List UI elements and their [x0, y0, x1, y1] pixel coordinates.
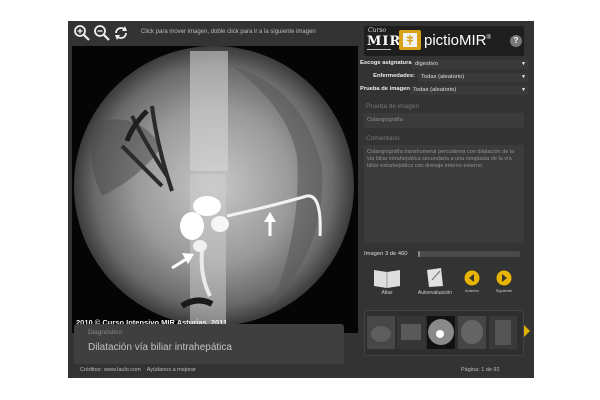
mir-logo-text: MIR	[367, 34, 402, 49]
page-indicator: Página: 1 de 92	[461, 367, 500, 373]
page-label: Página:	[461, 367, 480, 373]
arrow-right-icon	[496, 270, 512, 286]
credits-label: Créditos:	[80, 367, 103, 373]
diagnosis-box: Diagnóstico Dilatación vía biliar intrah…	[74, 324, 344, 364]
credits: Créditos: www.laulo.com Ayúdanos a mejorar	[80, 367, 202, 373]
reset-icon[interactable]	[112, 24, 130, 42]
arrow-left-icon	[464, 270, 480, 286]
filter-subject-value: digestivo	[415, 61, 438, 67]
chevron-down-icon: ▼	[521, 87, 526, 93]
filter-subject: Escoge asignatura : digestivo ▼	[360, 60, 528, 70]
product-reg: ®	[486, 35, 491, 41]
xray-image[interactable]	[72, 46, 358, 333]
product-name: pictioMIR®	[424, 32, 491, 49]
filter-disease: Enfermedades: Todas (aleatorio) ▼	[360, 73, 528, 83]
comment-text: Colangiografía transhumeral percutánea c…	[367, 149, 515, 169]
comment-section-title: Comentario	[366, 135, 400, 142]
credits-link[interactable]: www.laulo.com	[104, 367, 141, 373]
test-field: Colangiografía	[364, 113, 524, 128]
filter-test-label: Prueba de imagen:	[360, 86, 412, 92]
comment-field: Colangiografía transhumeral percutánea c…	[364, 145, 524, 243]
thumbnail[interactable]	[397, 316, 425, 349]
brand-header: Curso MIR pictioMIR® ?	[364, 26, 524, 56]
logo-divider	[367, 49, 391, 50]
thumbnail[interactable]	[367, 316, 395, 349]
image-toolbar: Click para mover imagen, doble click par…	[68, 21, 358, 45]
image-counter: Imagen 3 de 460	[364, 251, 408, 257]
filter-subject-select[interactable]: digestivo ▼	[412, 60, 528, 69]
help-button[interactable]: ?	[510, 35, 522, 47]
toolbar-hint: Click para mover imagen, doble click par…	[141, 29, 316, 35]
test-section-title: Prueba de imagen	[366, 103, 420, 110]
product-name-text: pictioMIR	[424, 32, 487, 49]
diagnosis-text: Dilatación vía biliar intrahepática	[88, 342, 232, 353]
autoevaluacion-label: Autoevaluación	[417, 290, 453, 296]
thumbnail[interactable]	[458, 316, 486, 349]
thumbnail-strip	[364, 310, 524, 356]
atlas-icon	[374, 270, 400, 288]
filter-disease-value: Todas (aleatorio)	[421, 74, 465, 80]
zoom-out-icon[interactable]	[93, 24, 111, 42]
filter-test-value: Todas (aleatorio)	[413, 87, 457, 93]
zoom-in-icon[interactable]	[73, 24, 91, 42]
previous-label: Anterior	[464, 288, 479, 293]
atlas-label: Atlas	[381, 290, 393, 296]
next-label: Siguiente	[495, 288, 513, 293]
image-viewer[interactable]: 2010 © Curso Intensivo MIR Asturias, 201…	[72, 46, 358, 333]
thumbnail[interactable]	[489, 316, 517, 349]
help-link[interactable]: Ayúdanos a mejorar	[147, 367, 196, 373]
page-value: 1 de 92	[481, 367, 500, 373]
diagnosis-label: Diagnóstico	[88, 329, 122, 336]
pictiomir-logo-icon	[399, 30, 421, 50]
autoevaluacion-icon	[427, 268, 443, 287]
side-panel: Curso MIR pictioMIR® ? Escoge asignatura…	[360, 21, 532, 364]
filter-subject-label: Escoge asignatura :	[360, 60, 416, 66]
filter-test-select[interactable]: Todas (aleatorio) ▼	[410, 86, 528, 95]
curso-text: Curso	[368, 27, 387, 34]
image-progress-bar	[418, 251, 520, 257]
atlas-button[interactable]: Atlas	[370, 266, 404, 296]
test-value: Colangiografía	[367, 117, 403, 123]
filter-disease-select[interactable]: Todas (aleatorio) ▼	[418, 73, 528, 82]
previous-button[interactable]: Anterior	[459, 270, 485, 293]
chevron-down-icon: ▼	[521, 61, 526, 67]
filter-disease-label: Enfermedades:	[373, 73, 415, 79]
app-window: Click para mover imagen, doble click par…	[68, 21, 534, 378]
footer: Créditos: www.laulo.com Ayúdanos a mejorar…	[68, 364, 534, 378]
next-button[interactable]: Siguiente	[490, 270, 518, 293]
thumbnail-active[interactable]	[427, 316, 455, 349]
filter-test: Prueba de imagen: Todas (aleatorio) ▼	[360, 86, 528, 96]
thumbnail-scroll-arrow-icon[interactable]	[524, 325, 530, 337]
autoevaluacion-button[interactable]: Autoevaluación	[414, 266, 456, 296]
chevron-down-icon: ▼	[521, 74, 526, 80]
image-progress-fill	[418, 251, 421, 257]
